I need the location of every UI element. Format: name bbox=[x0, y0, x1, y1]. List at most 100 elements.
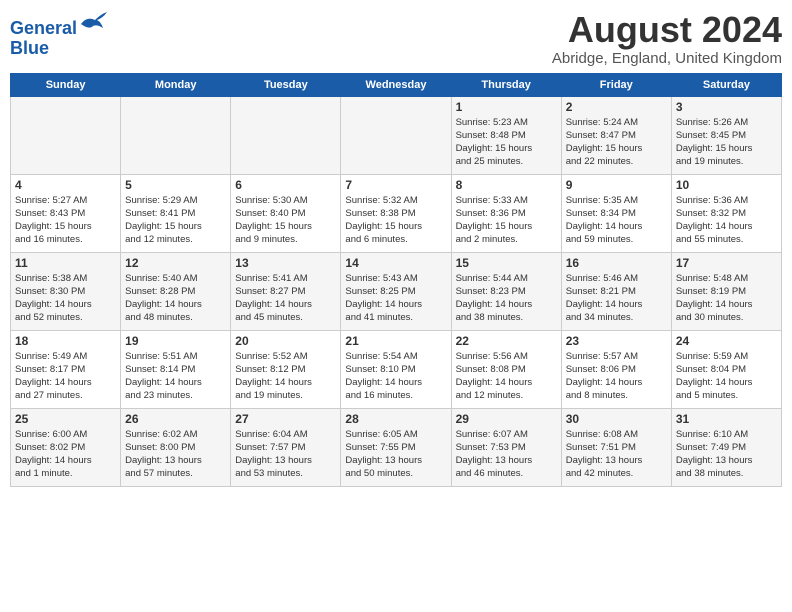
day-info: Sunrise: 5:57 AMSunset: 8:06 PMDaylight:… bbox=[566, 350, 667, 403]
calendar-cell: 3Sunrise: 5:26 AMSunset: 8:45 PMDaylight… bbox=[671, 96, 781, 174]
day-number: 25 bbox=[15, 412, 116, 426]
page-header: General Blue August 2024 Abridge, Englan… bbox=[10, 10, 782, 67]
day-number: 4 bbox=[15, 178, 116, 192]
calendar-cell bbox=[11, 96, 121, 174]
calendar-cell: 9 Sunrise: 5:35 AMSunset: 8:34 PMDaylight… bbox=[561, 174, 671, 252]
day-info: Sunrise: 6:04 AMSunset: 7:57 PMDaylight:… bbox=[235, 428, 336, 481]
weekday-header-tuesday: Tuesday bbox=[231, 73, 341, 96]
day-info: Sunrise: 5:24 AMSunset: 8:47 PMDaylight:… bbox=[566, 116, 667, 169]
day-number: 26 bbox=[125, 412, 226, 426]
title-block: August 2024 Abridge, England, United Kin… bbox=[552, 10, 782, 67]
weekday-header-monday: Monday bbox=[121, 73, 231, 96]
calendar-cell bbox=[121, 96, 231, 174]
weekday-header-wednesday: Wednesday bbox=[341, 73, 451, 96]
day-info: Sunrise: 5:29 AMSunset: 8:41 PMDaylight:… bbox=[125, 194, 226, 247]
day-number: 2 bbox=[566, 100, 667, 114]
calendar-week-row: 18 Sunrise: 5:49 AMSunset: 8:17 PMDayligh… bbox=[11, 330, 782, 408]
day-info: Sunrise: 5:36 AMSunset: 8:32 PMDaylight:… bbox=[676, 194, 777, 247]
calendar-cell: 24Sunrise: 5:59 AMSunset: 8:04 PMDayligh… bbox=[671, 330, 781, 408]
day-number: 23 bbox=[566, 334, 667, 348]
day-info: Sunrise: 6:00 AMSunset: 8:02 PMDaylight:… bbox=[15, 428, 116, 481]
calendar-cell: 1 Sunrise: 5:23 AMSunset: 8:48 PMDaylight… bbox=[451, 96, 561, 174]
calendar-table: SundayMondayTuesdayWednesdayThursdayFrid… bbox=[10, 73, 782, 487]
month-title: August 2024 bbox=[552, 10, 782, 50]
day-number: 7 bbox=[345, 178, 446, 192]
calendar-cell: 7Sunrise: 5:32 AMSunset: 8:38 PMDaylight… bbox=[341, 174, 451, 252]
day-info: Sunrise: 6:02 AMSunset: 8:00 PMDaylight:… bbox=[125, 428, 226, 481]
calendar-cell: 19Sunrise: 5:51 AMSunset: 8:14 PMDayligh… bbox=[121, 330, 231, 408]
day-info: Sunrise: 5:26 AMSunset: 8:45 PMDaylight:… bbox=[676, 116, 777, 169]
calendar-week-row: 4 Sunrise: 5:27 AMSunset: 8:43 PMDaylight… bbox=[11, 174, 782, 252]
day-info: Sunrise: 5:59 AMSunset: 8:04 PMDaylight:… bbox=[676, 350, 777, 403]
day-number: 27 bbox=[235, 412, 336, 426]
weekday-header-sunday: Sunday bbox=[11, 73, 121, 96]
day-number: 17 bbox=[676, 256, 777, 270]
calendar-cell: 2 Sunrise: 5:24 AMSunset: 8:47 PMDaylight… bbox=[561, 96, 671, 174]
day-number: 15 bbox=[456, 256, 557, 270]
day-info: Sunrise: 5:41 AMSunset: 8:27 PMDaylight:… bbox=[235, 272, 336, 325]
logo-text: General Blue bbox=[10, 10, 109, 59]
day-number: 9 bbox=[566, 178, 667, 192]
weekday-header-saturday: Saturday bbox=[671, 73, 781, 96]
calendar-week-row: 1 Sunrise: 5:23 AMSunset: 8:48 PMDaylight… bbox=[11, 96, 782, 174]
calendar-cell: 25 Sunrise: 6:00 AMSunset: 8:02 PMDayligh… bbox=[11, 408, 121, 486]
location-subtitle: Abridge, England, United Kingdom bbox=[552, 50, 782, 67]
calendar-cell: 5 Sunrise: 5:29 AMSunset: 8:41 PMDaylight… bbox=[121, 174, 231, 252]
logo-bird-icon bbox=[79, 10, 109, 34]
weekday-header-friday: Friday bbox=[561, 73, 671, 96]
calendar-body: 1 Sunrise: 5:23 AMSunset: 8:48 PMDaylight… bbox=[11, 96, 782, 486]
weekday-header-row: SundayMondayTuesdayWednesdayThursdayFrid… bbox=[11, 73, 782, 96]
day-info: Sunrise: 5:40 AMSunset: 8:28 PMDaylight:… bbox=[125, 272, 226, 325]
day-number: 18 bbox=[15, 334, 116, 348]
day-info: Sunrise: 5:30 AMSunset: 8:40 PMDaylight:… bbox=[235, 194, 336, 247]
calendar-cell: 18 Sunrise: 5:49 AMSunset: 8:17 PMDayligh… bbox=[11, 330, 121, 408]
calendar-cell: 27 Sunrise: 6:04 AMSunset: 7:57 PMDayligh… bbox=[231, 408, 341, 486]
day-number: 31 bbox=[676, 412, 777, 426]
logo: General Blue bbox=[10, 10, 109, 59]
calendar-cell bbox=[231, 96, 341, 174]
day-info: Sunrise: 5:44 AMSunset: 8:23 PMDaylight:… bbox=[456, 272, 557, 325]
calendar-cell: 13 Sunrise: 5:41 AMSunset: 8:27 PMDayligh… bbox=[231, 252, 341, 330]
calendar-cell: 26 Sunrise: 6:02 AMSunset: 8:00 PMDayligh… bbox=[121, 408, 231, 486]
day-number: 19 bbox=[125, 334, 226, 348]
calendar-cell: 21Sunrise: 5:54 AMSunset: 8:10 PMDayligh… bbox=[341, 330, 451, 408]
calendar-week-row: 25 Sunrise: 6:00 AMSunset: 8:02 PMDayligh… bbox=[11, 408, 782, 486]
day-number: 8 bbox=[456, 178, 557, 192]
day-number: 21 bbox=[345, 334, 446, 348]
calendar-cell bbox=[341, 96, 451, 174]
calendar-cell: 15 Sunrise: 5:44 AMSunset: 8:23 PMDayligh… bbox=[451, 252, 561, 330]
calendar-cell: 20Sunrise: 5:52 AMSunset: 8:12 PMDayligh… bbox=[231, 330, 341, 408]
calendar-cell: 4 Sunrise: 5:27 AMSunset: 8:43 PMDaylight… bbox=[11, 174, 121, 252]
day-info: Sunrise: 5:33 AMSunset: 8:36 PMDaylight:… bbox=[456, 194, 557, 247]
day-info: Sunrise: 5:35 AMSunset: 8:34 PMDaylight:… bbox=[566, 194, 667, 247]
calendar-cell: 14Sunrise: 5:43 AMSunset: 8:25 PMDayligh… bbox=[341, 252, 451, 330]
day-number: 28 bbox=[345, 412, 446, 426]
day-info: Sunrise: 5:48 AMSunset: 8:19 PMDaylight:… bbox=[676, 272, 777, 325]
day-info: Sunrise: 5:23 AMSunset: 8:48 PMDaylight:… bbox=[456, 116, 557, 169]
day-number: 6 bbox=[235, 178, 336, 192]
day-number: 10 bbox=[676, 178, 777, 192]
day-info: Sunrise: 5:46 AMSunset: 8:21 PMDaylight:… bbox=[566, 272, 667, 325]
day-info: Sunrise: 5:56 AMSunset: 8:08 PMDaylight:… bbox=[456, 350, 557, 403]
calendar-cell: 6 Sunrise: 5:30 AMSunset: 8:40 PMDaylight… bbox=[231, 174, 341, 252]
day-info: Sunrise: 5:43 AMSunset: 8:25 PMDaylight:… bbox=[345, 272, 446, 325]
calendar-cell: 30Sunrise: 6:08 AMSunset: 7:51 PMDayligh… bbox=[561, 408, 671, 486]
calendar-cell: 10 Sunrise: 5:36 AMSunset: 8:32 PMDayligh… bbox=[671, 174, 781, 252]
day-number: 12 bbox=[125, 256, 226, 270]
day-info: Sunrise: 6:10 AMSunset: 7:49 PMDaylight:… bbox=[676, 428, 777, 481]
day-number: 13 bbox=[235, 256, 336, 270]
day-number: 22 bbox=[456, 334, 557, 348]
calendar-cell: 16 Sunrise: 5:46 AMSunset: 8:21 PMDayligh… bbox=[561, 252, 671, 330]
day-info: Sunrise: 5:49 AMSunset: 8:17 PMDaylight:… bbox=[15, 350, 116, 403]
day-info: Sunrise: 6:05 AMSunset: 7:55 PMDaylight:… bbox=[345, 428, 446, 481]
day-number: 16 bbox=[566, 256, 667, 270]
day-number: 5 bbox=[125, 178, 226, 192]
day-number: 11 bbox=[15, 256, 116, 270]
calendar-cell: 31 Sunrise: 6:10 AMSunset: 7:49 PMDayligh… bbox=[671, 408, 781, 486]
day-info: Sunrise: 5:27 AMSunset: 8:43 PMDaylight:… bbox=[15, 194, 116, 247]
calendar-cell: 28 Sunrise: 6:05 AMSunset: 7:55 PMDayligh… bbox=[341, 408, 451, 486]
day-number: 1 bbox=[456, 100, 557, 114]
day-info: Sunrise: 6:07 AMSunset: 7:53 PMDaylight:… bbox=[456, 428, 557, 481]
day-number: 29 bbox=[456, 412, 557, 426]
calendar-cell: 12 Sunrise: 5:40 AMSunset: 8:28 PMDayligh… bbox=[121, 252, 231, 330]
